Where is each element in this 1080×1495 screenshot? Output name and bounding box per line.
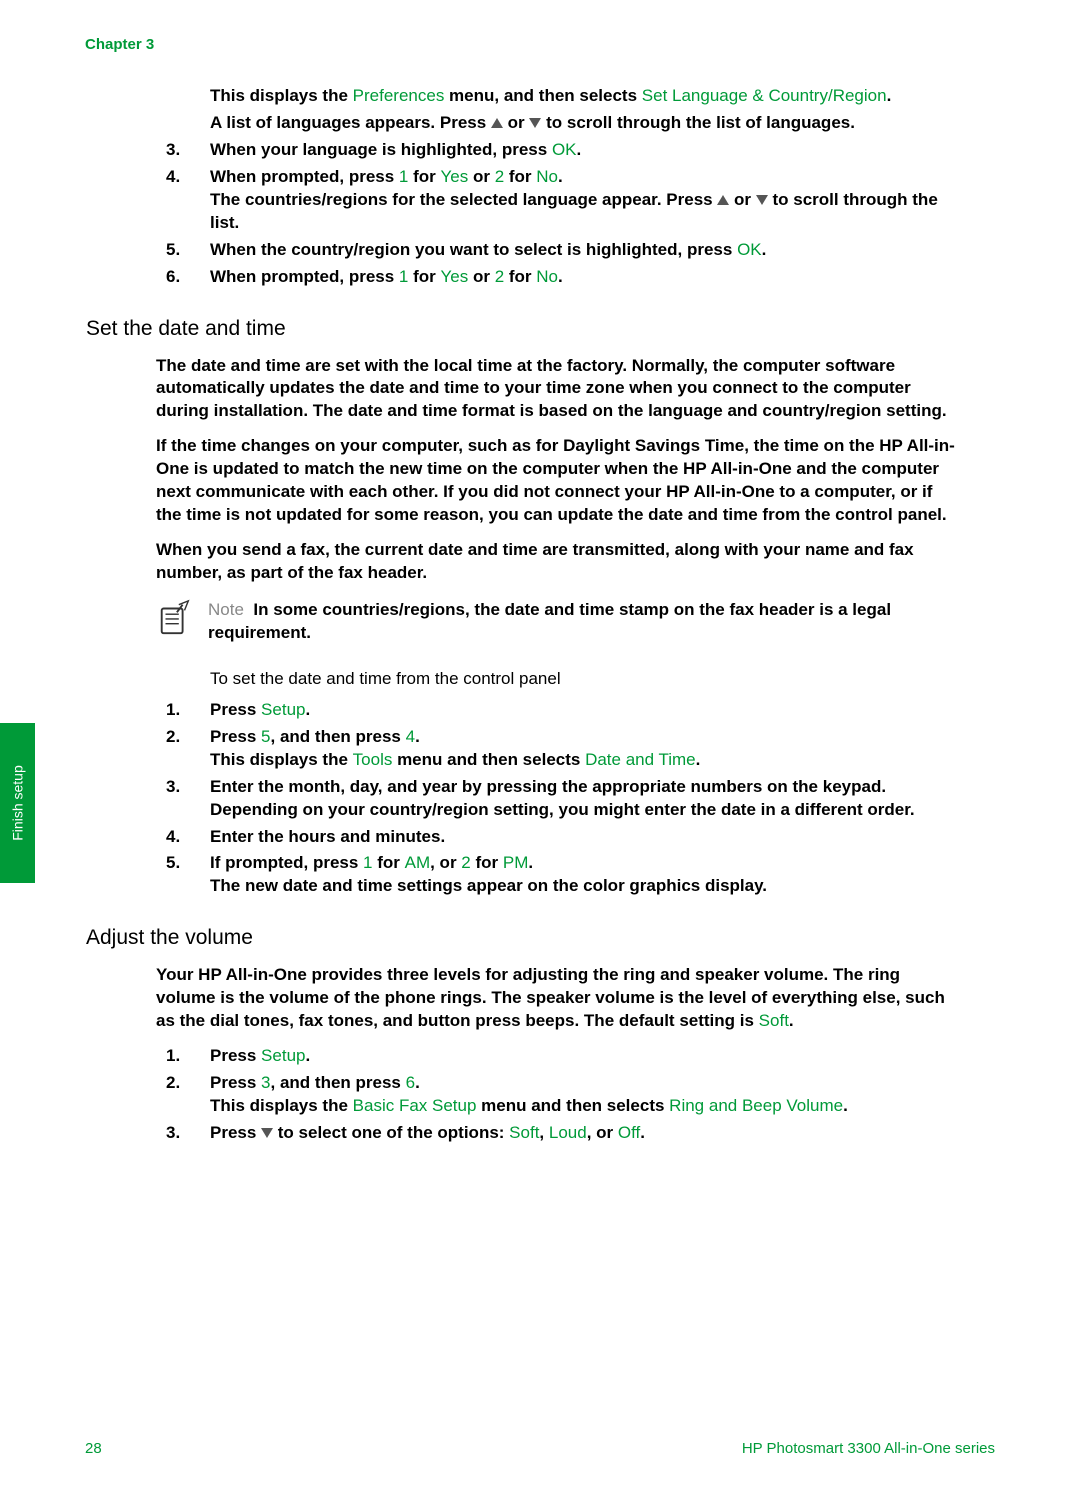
volume-paragraph: Your HP All-in-One provides three levels… — [156, 964, 956, 1033]
side-tab-label: Finish setup — [10, 765, 26, 840]
down-arrow-icon — [529, 118, 541, 128]
date-steps-list: 1. Press Setup. 2. Press 5, and then pre… — [166, 699, 956, 899]
down-arrow-icon — [261, 1128, 273, 1138]
language-steps-list: 3. When your language is highlighted, pr… — [166, 139, 956, 289]
date-paragraph-2: If the time changes on your computer, su… — [156, 435, 956, 527]
list-item: 3. Press to select one of the options: S… — [166, 1122, 956, 1145]
note-label: Note — [208, 600, 244, 619]
list-item: 6. When prompted, press 1 for Yes or 2 f… — [166, 266, 956, 289]
up-arrow-icon — [717, 195, 729, 205]
down-arrow-icon — [756, 195, 768, 205]
heading-date-time: Set the date and time — [86, 317, 956, 341]
side-tab: Finish setup — [0, 723, 35, 883]
chapter-label: Chapter 3 — [85, 36, 154, 53]
list-item: 1. Press Setup. — [166, 1045, 956, 1068]
footer-title: HP Photosmart 3300 All-in-One series — [742, 1440, 995, 1457]
list-item: 4. When prompted, press 1 for Yes or 2 f… — [166, 166, 956, 235]
list-item: 5. When the country/region you want to s… — [166, 239, 956, 262]
intro-line2: A list of languages appears. Press or to… — [210, 112, 956, 135]
date-paragraph-3: When you send a fax, the current date an… — [156, 539, 956, 585]
list-item: 3. When your language is highlighted, pr… — [166, 139, 956, 162]
list-item: 4. Enter the hours and minutes. — [166, 826, 956, 849]
intro-line1: This displays the Preferences menu, and … — [210, 85, 956, 108]
list-item: 5. If prompted, press 1 for AM, or 2 for… — [166, 852, 956, 898]
heading-volume: Adjust the volume — [86, 926, 956, 950]
note-icon — [156, 599, 194, 642]
subhead-set-date: To set the date and time from the contro… — [210, 669, 956, 689]
note-text: In some countries/regions, the date and … — [208, 600, 891, 642]
date-paragraph-1: The date and time are set with the local… — [156, 355, 956, 424]
list-item: 1. Press Setup. — [166, 699, 956, 722]
list-item: 3. Enter the month, day, and year by pre… — [166, 776, 956, 822]
volume-steps-list: 1. Press Setup. 2. Press 3, and then pre… — [166, 1045, 956, 1145]
page-content: This displays the Preferences menu, and … — [156, 85, 956, 1149]
list-item: 2. Press 3, and then press 6. This displ… — [166, 1072, 956, 1118]
page-number: 28 — [85, 1440, 102, 1457]
up-arrow-icon — [491, 118, 503, 128]
note-block: Note In some countries/regions, the date… — [156, 599, 956, 645]
list-item: 2. Press 5, and then press 4. This displ… — [166, 726, 956, 772]
